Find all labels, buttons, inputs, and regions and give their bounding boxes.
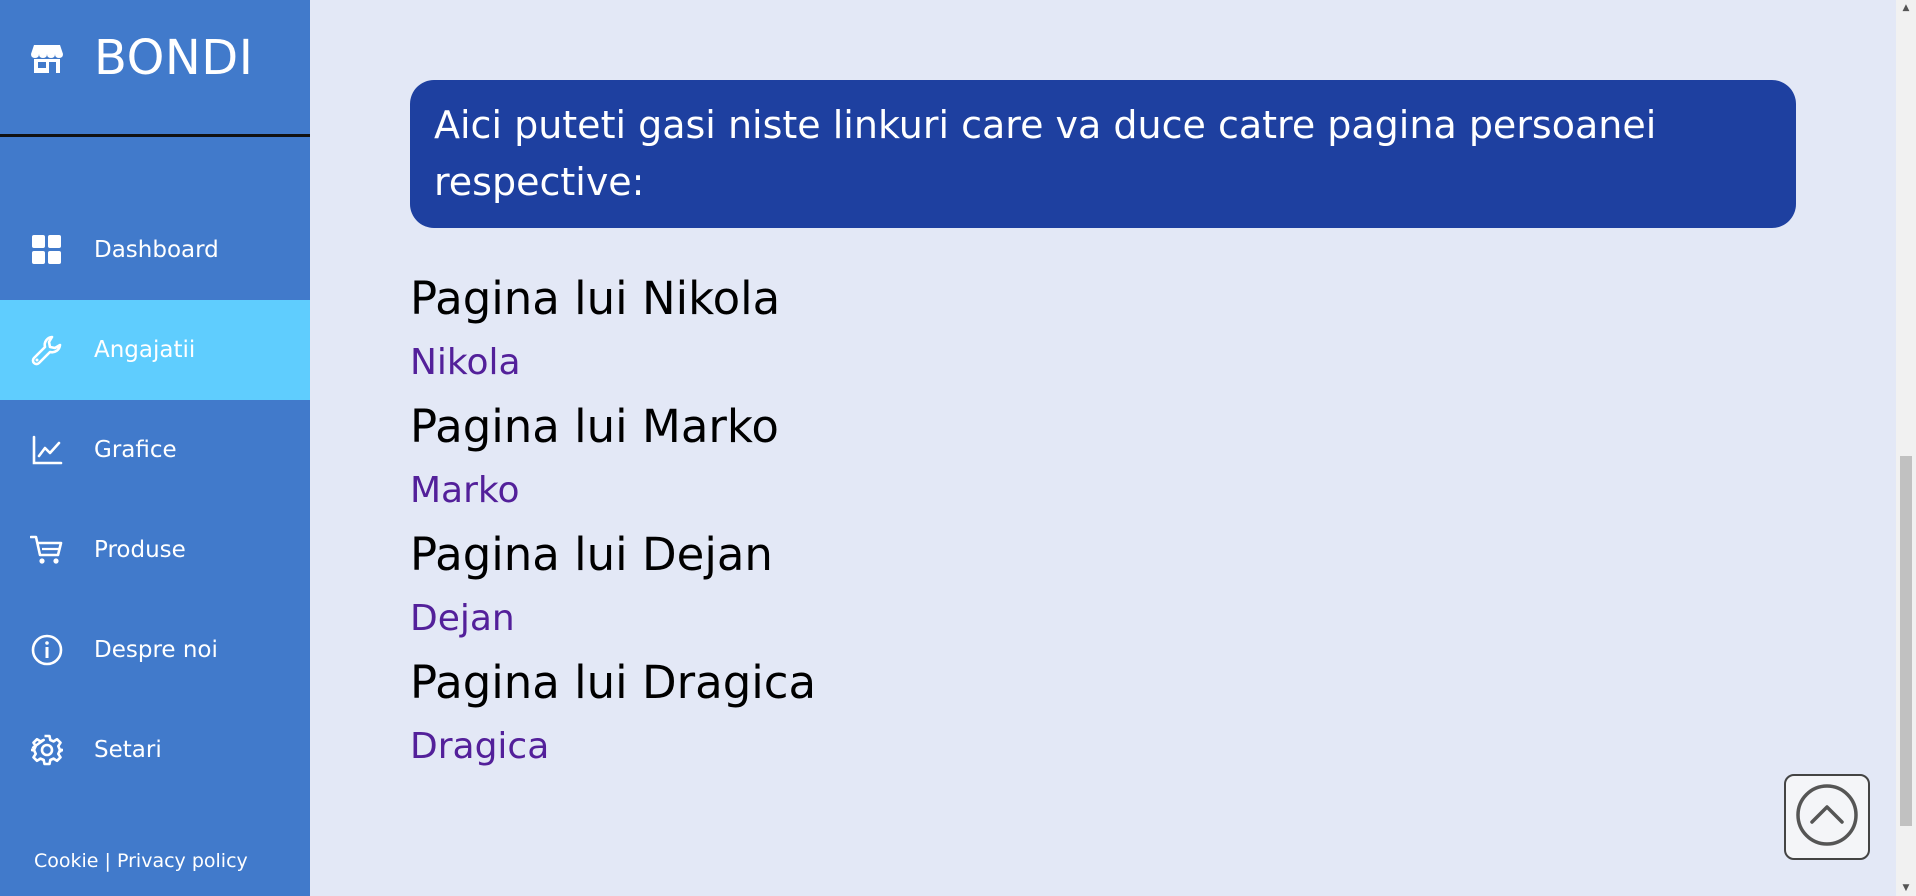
sidebar-item-grafice[interactable]: Grafice [0, 400, 310, 500]
line-chart-icon [30, 433, 64, 467]
gear-icon [30, 733, 64, 767]
sidebar-item-label: Setari [94, 737, 162, 763]
sidebar-item-label: Angajatii [94, 337, 196, 363]
employee-links-list: Pagina lui Nikola Nikola Pagina lui Mark… [410, 268, 816, 780]
dashboard-grid-icon [30, 233, 64, 267]
brand[interactable]: BONDI [0, 0, 310, 137]
list-item: Pagina lui Marko Marko [410, 396, 816, 524]
cookie-link[interactable]: Cookie [34, 850, 99, 872]
employee-link-nikola[interactable]: Nikola [410, 330, 521, 396]
chevron-up-circle-icon [1795, 783, 1859, 851]
info-icon [30, 633, 64, 667]
sidebar-item-angajatii[interactable]: Angajatii [0, 300, 310, 400]
entry-heading: Pagina lui Marko [410, 400, 779, 453]
sidebar-nav: Dashboard Angajatii Grafice Produse Desp… [0, 200, 310, 800]
sidebar-item-label: Produse [94, 537, 186, 563]
employee-link-dragica[interactable]: Dragica [410, 714, 549, 780]
scroll-up-arrow-icon[interactable]: ▲ [1896, 0, 1916, 16]
sidebar-item-produse[interactable]: Produse [0, 500, 310, 600]
scrollbar-thumb[interactable] [1900, 456, 1912, 826]
sidebar-item-despre-noi[interactable]: Despre noi [0, 600, 310, 700]
sidebar-item-label: Dashboard [94, 237, 219, 263]
sidebar-item-label: Grafice [94, 437, 177, 463]
cart-icon [30, 533, 64, 567]
wrench-icon [30, 333, 64, 367]
scroll-to-top-button[interactable] [1784, 774, 1870, 860]
sidebar-item-setari[interactable]: Setari [0, 700, 310, 800]
sidebar: BONDI Dashboard Angajatii Grafice Produs… [0, 0, 310, 896]
brand-title: BONDI [94, 30, 254, 86]
entry-heading: Pagina lui Dejan [410, 528, 773, 581]
main-content: Aici puteti gasi niste linkuri care va d… [310, 0, 1896, 896]
list-item: Pagina lui Nikola Nikola [410, 268, 816, 396]
entry-heading: Pagina lui Nikola [410, 272, 781, 325]
vertical-scrollbar[interactable]: ▲ ▼ [1896, 0, 1916, 896]
footer-separator: | [104, 850, 111, 872]
employee-link-dejan[interactable]: Dejan [410, 586, 515, 652]
list-item: Pagina lui Dragica Dragica [410, 652, 816, 780]
sidebar-item-dashboard[interactable]: Dashboard [0, 200, 310, 300]
store-icon [30, 41, 64, 75]
footer-links: Cookie | Privacy policy [34, 850, 248, 872]
scroll-down-arrow-icon[interactable]: ▼ [1896, 880, 1916, 896]
privacy-policy-link[interactable]: Privacy policy [117, 850, 248, 872]
intro-banner: Aici puteti gasi niste linkuri care va d… [410, 80, 1796, 228]
employee-link-marko[interactable]: Marko [410, 458, 520, 524]
entry-heading: Pagina lui Dragica [410, 656, 817, 709]
sidebar-item-label: Despre noi [94, 637, 218, 663]
list-item: Pagina lui Dejan Dejan [410, 524, 816, 652]
